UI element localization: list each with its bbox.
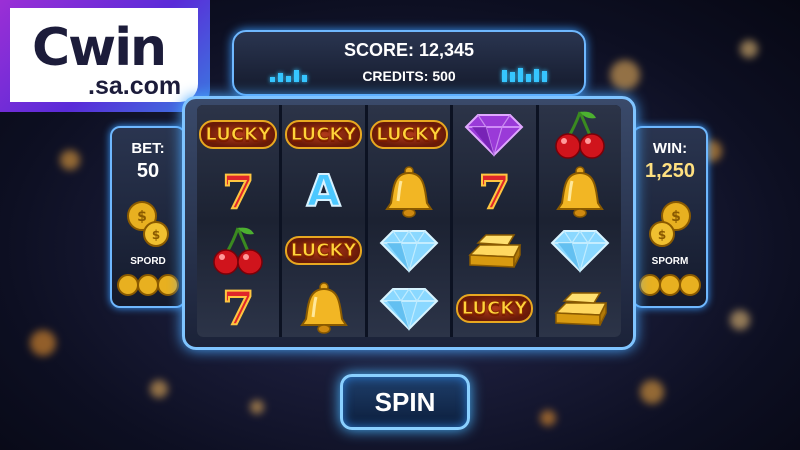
reel-4: 7 LUCKY: [453, 105, 536, 337]
score-panel: SCORE: 12,345 CREDITS: 500: [232, 30, 586, 96]
lucky-icon: LUCKY: [453, 279, 535, 337]
lucky-symbol-text: LUCKY: [370, 119, 448, 149]
coin-stack-icon: $ $: [649, 201, 691, 247]
svg-text:$: $: [152, 228, 160, 242]
logo-domain: .sa.com: [88, 72, 182, 100]
bell-icon: [282, 279, 364, 337]
win-panel: WIN: 1,250 $ $ SPORM: [632, 126, 708, 308]
bet-sub-label: SPORD: [130, 256, 166, 267]
bell-icon: [539, 163, 621, 221]
slot-machine-frame: LUCKY 7 7 LUCKY A LUCKY LUCKY 7 LUCKY: [182, 96, 636, 350]
logo-panel: Cwin .sa.com: [10, 8, 198, 102]
reel-2: LUCKY A LUCKY: [282, 105, 365, 337]
amethyst-icon: [453, 105, 535, 163]
right-meter-icon: [502, 68, 547, 82]
cherry-icon: [197, 221, 279, 279]
diamond-icon: [539, 221, 621, 279]
bell-icon: [368, 163, 450, 221]
brand-logo: Cwin .sa.com: [0, 0, 210, 112]
seven-icon: 7: [197, 279, 279, 337]
score-display: SCORE: 12,345: [343, 40, 475, 60]
lucky-symbol-text: LUCKY: [199, 119, 278, 149]
seven-icon: 7: [197, 163, 279, 221]
win-value: 1,250: [644, 160, 696, 182]
gold-bar-icon: [539, 279, 621, 337]
lucky-icon: LUCKY: [197, 105, 279, 163]
diamond-icon: [368, 221, 450, 279]
reels-area: LUCKY 7 7 LUCKY A LUCKY LUCKY 7 LUCKY: [197, 105, 621, 337]
lucky-symbol-text: LUCKY: [455, 293, 534, 323]
logo-wordmark: Cwin: [32, 18, 167, 78]
coins-row-icon: [639, 274, 701, 296]
cherry-icon: [539, 105, 621, 163]
svg-text:$: $: [671, 209, 681, 225]
lucky-symbol-text: LUCKY: [284, 235, 363, 265]
svg-text:$: $: [137, 209, 147, 225]
lucky-icon: LUCKY: [282, 221, 364, 279]
bet-panel: BET: 50 $ $ SPORD: [110, 126, 186, 308]
letter-a-symbol-text: A: [306, 166, 342, 217]
reel-3: LUCKY: [367, 105, 451, 337]
coins-row-icon: [117, 274, 179, 296]
bet-label: BET:: [131, 140, 165, 157]
svg-text:$: $: [658, 228, 666, 242]
letter-a-icon: A: [282, 163, 364, 221]
win-label: WIN:: [652, 140, 688, 157]
lucky-icon: LUCKY: [368, 105, 450, 163]
lucky-icon: LUCKY: [282, 105, 364, 163]
win-sub-label: SPORM: [651, 256, 689, 267]
seven-icon: 7: [453, 163, 535, 221]
reel-1: LUCKY 7 7: [197, 105, 280, 337]
lucky-symbol-text: LUCKY: [284, 119, 363, 149]
bet-value: 50: [136, 160, 160, 182]
gold-bar-icon: [453, 221, 535, 279]
seven-symbol-text: 7: [221, 281, 255, 335]
coin-stack-icon: $ $: [127, 201, 169, 247]
reel-5: [538, 105, 621, 337]
seven-symbol-text: 7: [477, 165, 511, 219]
seven-symbol-text: 7: [221, 165, 255, 219]
diamond-icon: [368, 279, 450, 337]
spin-button[interactable]: SPIN: [340, 374, 470, 430]
